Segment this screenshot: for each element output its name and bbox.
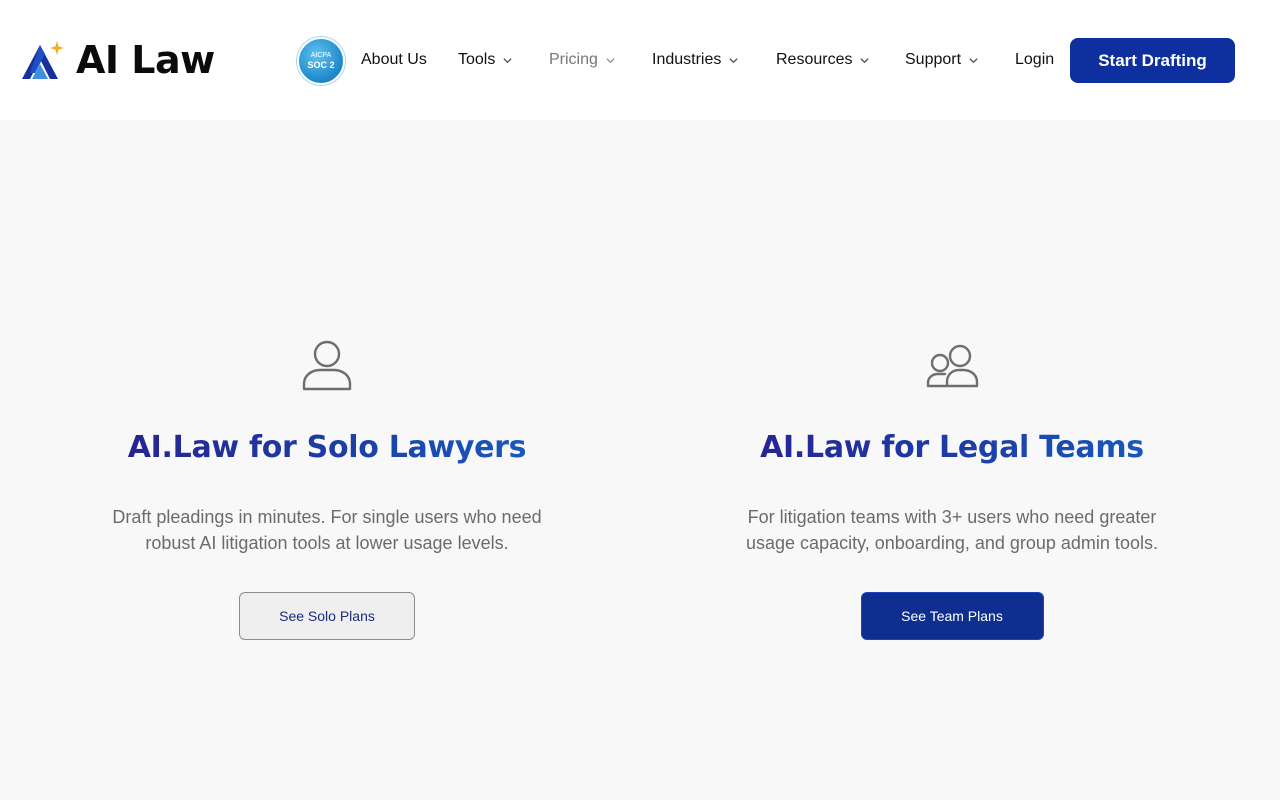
nav-tools-label: Tools <box>458 51 496 68</box>
team-card-title: AI.Law for Legal Teams <box>672 428 1232 468</box>
team-card-description: For litigation teams with 3+ users who n… <box>746 507 1158 553</box>
brand-logo[interactable]: AI Law <box>20 38 215 82</box>
nav-about-us-label: About Us <box>361 51 427 68</box>
solo-card-description: Draft pleadings in minutes. For single u… <box>112 507 542 553</box>
solo-card-title: AI.Law for Solo Lawyers <box>47 428 607 468</box>
nav-about-us[interactable]: About Us <box>361 49 427 71</box>
user-icon <box>302 340 352 391</box>
chevron-down-icon <box>503 57 512 63</box>
nav-pricing[interactable]: Pricing <box>549 49 616 71</box>
brand-name: AI Law <box>76 38 215 82</box>
nav-login-label: Login <box>1015 51 1055 68</box>
legal-teams-card: AI.Law for Legal Teams For litigation te… <box>672 338 1232 640</box>
users-icon <box>926 344 979 388</box>
nav-resources[interactable]: Resources <box>776 49 870 71</box>
logo-mark-icon <box>22 41 64 79</box>
solo-lawyers-card: AI.Law for Solo Lawyers Draft pleadings … <box>47 338 607 640</box>
nav-support-label: Support <box>905 51 962 68</box>
nav-resources-label: Resources <box>776 51 853 68</box>
chevron-down-icon <box>860 57 870 63</box>
nav-pricing-label: Pricing <box>549 51 598 68</box>
soc2-badge-line1: AICPA <box>310 52 332 59</box>
chevron-down-icon <box>969 57 978 63</box>
soc2-badge: AICPA SOC 2 <box>297 37 345 85</box>
chevron-down-icon <box>729 57 738 63</box>
chevron-down-icon <box>606 57 615 63</box>
see-solo-plans-button[interactable]: See Solo Plans <box>239 592 415 640</box>
see-team-plans-button[interactable]: See Team Plans <box>860 592 1044 640</box>
nav-login[interactable]: Login <box>1015 49 1054 71</box>
site-header: AI Law AICPA SOC 2 About Us Tools Pricin… <box>0 0 1280 120</box>
start-drafting-button[interactable]: Start Drafting <box>1070 38 1235 83</box>
nav-tools[interactable]: Tools <box>458 49 513 71</box>
soc2-badge-line2: SOC 2 <box>307 60 335 70</box>
nav-industries[interactable]: Industries <box>652 49 739 71</box>
nav-industries-label: Industries <box>652 51 722 68</box>
nav-support[interactable]: Support <box>905 49 979 71</box>
